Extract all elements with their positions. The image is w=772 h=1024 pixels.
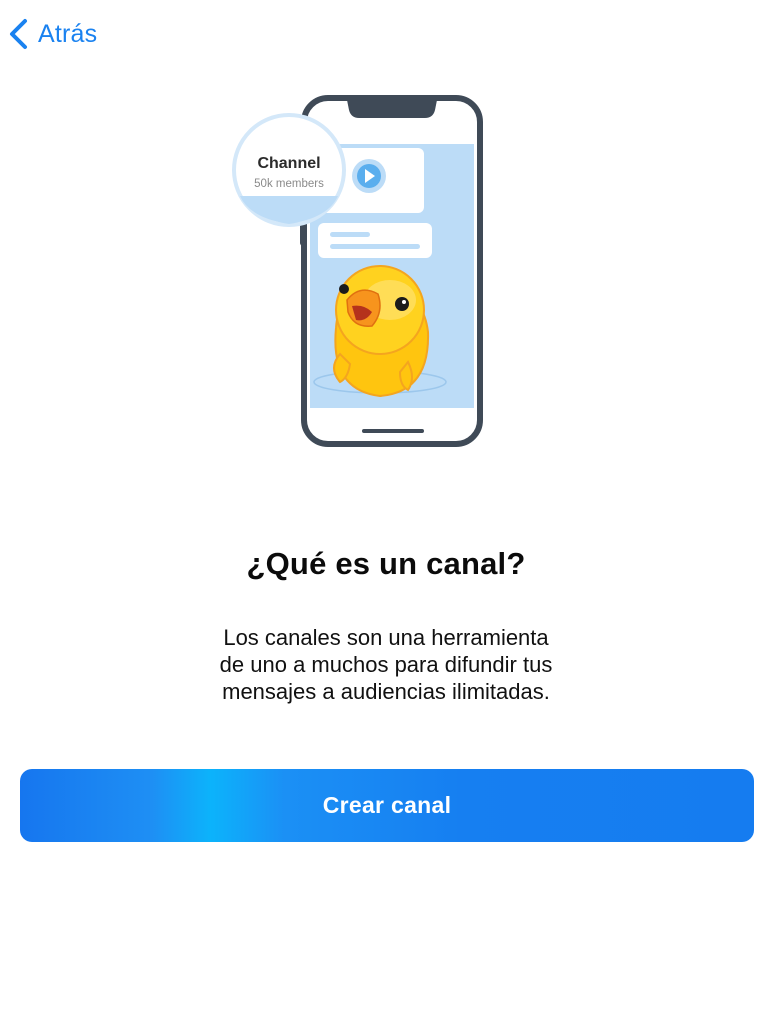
create-channel-screen: Atrás Channel 50k members ¿Qué es un can…	[0, 0, 772, 1024]
create-channel-button[interactable]: Crear canal	[20, 769, 754, 842]
channel-name: Channel	[257, 155, 320, 172]
description-line: de uno a muchos para difundir tus	[219, 652, 553, 677]
channel-illustration: Channel 50k members	[220, 92, 500, 452]
description-line: Los canales son una herramienta	[223, 625, 549, 650]
description-line: mensajes a audiencias ilimitadas.	[222, 679, 550, 704]
back-label: Atrás	[38, 19, 98, 48]
phone-illustration: Channel 50k members	[232, 95, 483, 447]
channel-badge: Channel 50k members	[232, 113, 346, 227]
chevron-left-icon	[10, 19, 27, 49]
description-text: Los canales son una herramienta de uno a…	[136, 624, 636, 705]
create-channel-button-label: Crear canal	[322, 792, 452, 818]
page-title: ¿Qué es un canal?	[246, 546, 526, 581]
back-button[interactable]: Atrás	[6, 14, 97, 54]
play-icon	[352, 159, 386, 193]
channel-members: 50k members	[254, 178, 324, 190]
